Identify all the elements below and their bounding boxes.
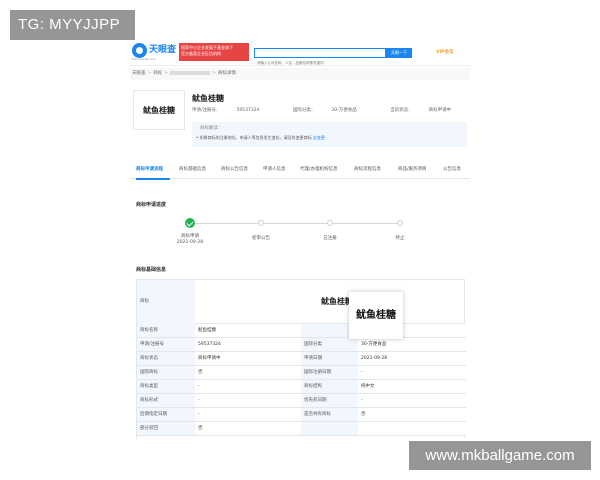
tab-announcement-info[interactable]: 商标公告信息	[221, 166, 248, 172]
breadcrumb-home[interactable]: 天眼查	[132, 71, 146, 76]
detail-tabs: 商标申请流程 商标基础信息 商标公告信息 申请人信息 代理/办理机构信息 商标流…	[130, 163, 470, 179]
table-label: 国际注册日期	[301, 366, 358, 380]
table-label: 商标名称	[137, 324, 195, 338]
site-header: 天眼查 TianYanCha.com 国家中小企业发展子基金旗下 官方备案企业征…	[130, 40, 470, 67]
status-meta: 当前状态： 商标申请中	[390, 108, 452, 113]
step-date: 2021-09-28	[176, 240, 204, 245]
promo-banner[interactable]: 国家中小企业发展子基金旗下 官方备案企业征信机构	[179, 43, 249, 61]
trademark-meta: 申请/注册号： 59537324 国际分类： 30-方便食品 当前状态： 商标申请中	[192, 107, 470, 113]
trademark-title: 鱿鱼桂糖	[192, 94, 224, 103]
table-label: 是否共有商标	[301, 408, 358, 422]
step-label: 终止	[395, 236, 405, 241]
step-pending-dot-icon	[397, 220, 403, 226]
watermark-top: TG: MYYJJPP	[10, 10, 135, 40]
tab-notice-info[interactable]: 公告信息	[443, 166, 461, 172]
step-label: 已注册	[323, 236, 337, 241]
table-value: 否	[358, 408, 466, 422]
table-label: 商标	[137, 280, 195, 324]
table-label: 部分驳回	[137, 422, 195, 436]
step-pending-dot-icon	[327, 220, 333, 226]
tab-process-info[interactable]: 商标流程信息	[354, 166, 381, 172]
table-label: 国际商标	[137, 366, 195, 380]
search-box	[254, 48, 386, 67]
table-value: 否	[195, 422, 301, 436]
trademark-interpretation: 商标解读： • 如果商标的注册地址、申请人等信息发生变化，请及时变更商标 去变更	[192, 122, 467, 147]
search-tabs: 查公司查老板查关系	[254, 41, 310, 58]
basic-info-table: 商标 鱿鱼桂糖 商标名称 鱿鱼桂糖 申请/注册号 59537324 国际分类 30-方便食…	[136, 279, 466, 438]
trademark-image: 鱿鱼桂糖	[133, 90, 185, 130]
table-value: -	[195, 408, 301, 422]
table-value: -	[358, 366, 466, 380]
breadcrumb-separator: >	[164, 71, 169, 76]
progress-section-title: 商标申请进度	[136, 202, 167, 208]
table-label: 商标类型	[137, 380, 195, 394]
trademark-preview-image[interactable]: 鱿鱼桂糖	[349, 292, 403, 339]
logo-text: 天眼查	[149, 45, 177, 55]
table-value: 2021-09-28	[358, 352, 466, 366]
watermark-bottom: www.mkballgame.com	[409, 441, 591, 470]
breadcrumb-blurred-company	[170, 70, 211, 75]
search-input[interactable]	[255, 59, 385, 67]
table-value: 鱿鱼桂糖	[195, 324, 301, 338]
reg-no-meta: 申请/注册号： 59537324	[192, 108, 260, 113]
tab-agency-info[interactable]: 代理/办理机构信息	[300, 166, 338, 172]
tab-goods-services[interactable]: 商品/服务项目	[398, 166, 427, 172]
table-label: 商标状态	[137, 352, 195, 366]
active-tab-indicator	[136, 178, 170, 180]
table-value: 30-方便食品	[358, 338, 466, 352]
tab-basic-info[interactable]: 商标基础信息	[179, 166, 206, 172]
search-button[interactable]: 天眼一下	[386, 48, 412, 58]
table-value: 否	[195, 366, 301, 380]
trademark-detail-page: 天眼查 TianYanCha.com 国家中小企业发展子基金旗下 官方备案企业征…	[130, 40, 470, 438]
progress-track	[190, 223, 400, 224]
step-pending-dot-icon	[258, 220, 264, 226]
interp-title: 商标解读：	[200, 126, 223, 131]
step-label: 商标申请	[181, 234, 199, 239]
breadcrumb-section[interactable]: 商标	[153, 71, 162, 76]
table-label: 商标结构	[301, 380, 358, 394]
table-label: 申请/注册号	[137, 338, 195, 352]
breadcrumb: 天眼查 > 商标 > > 商标详情	[130, 68, 470, 80]
basic-section-title: 商标基础信息	[136, 267, 167, 273]
interp-text: • 如果商标的注册地址、申请人等信息发生变化，请及时变更商标 去变更	[196, 135, 325, 140]
table-value	[358, 422, 466, 436]
table-row: 商标 鱿鱼桂糖	[137, 280, 466, 324]
bullet-icon: •	[196, 135, 199, 140]
breadcrumb-separator: >	[147, 71, 152, 76]
breadcrumb-separator: >	[212, 71, 216, 76]
tab-applicant-info[interactable]: 申请人信息	[263, 166, 286, 172]
table-label: 国际分类	[301, 338, 358, 352]
table-value: -	[195, 380, 301, 394]
table-value: 纯中文	[358, 380, 466, 394]
table-label	[301, 422, 358, 436]
table-value: 商标申请中	[195, 352, 301, 366]
table-value: -	[358, 394, 466, 408]
table-label: 申请日期	[301, 352, 358, 366]
site-logo[interactable]: 天眼查 TianYanCha.com	[130, 42, 185, 64]
class-meta: 国际分类： 30-方便食品	[292, 108, 357, 113]
step-label: 初审公告	[252, 236, 270, 241]
breadcrumb-current: 商标详情	[217, 71, 236, 76]
step-done-check-icon	[185, 218, 195, 228]
table-label: 商标形式	[137, 394, 195, 408]
vip-link[interactable]: VIP会员	[436, 49, 453, 55]
logo-eye-icon	[132, 43, 147, 58]
table-value: -	[195, 394, 301, 408]
change-link[interactable]: 去变更	[313, 135, 325, 140]
promo-line-2: 官方备案企业征信机构	[181, 51, 221, 56]
table-label: 优先权日期	[301, 394, 358, 408]
tab-application-flow[interactable]: 商标申请流程	[136, 166, 163, 172]
logo-subtext: TianYanCha.com	[131, 57, 156, 61]
table-value: 59537324	[195, 338, 301, 352]
table-label: 后期指定日期	[137, 408, 195, 422]
